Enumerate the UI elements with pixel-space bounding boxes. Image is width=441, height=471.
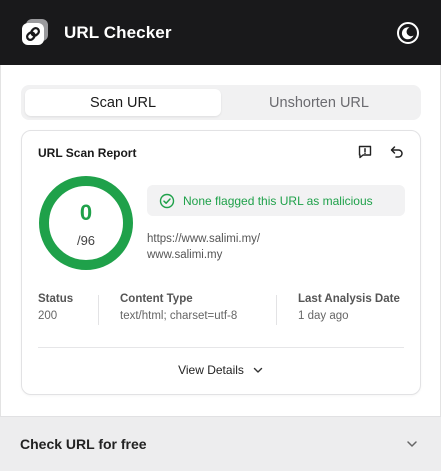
meta-value: 1 day ago (298, 310, 349, 322)
meta-content-type: Content Type text/html; charset=utf-8 (120, 293, 237, 327)
tab-scan-url[interactable]: Scan URL (25, 89, 221, 116)
url-full: https://www.salimi.my/ (147, 233, 261, 245)
link-icon (20, 17, 52, 49)
feedback-icon (358, 145, 372, 159)
moon-icon (397, 22, 419, 44)
view-details-button[interactable]: View Details (22, 363, 420, 377)
chevron-down-icon (253, 367, 263, 373)
meta-label: Status (38, 293, 74, 305)
undo-icon (390, 146, 403, 158)
app-title: URL Checker (64, 22, 172, 42)
report-actions (356, 143, 406, 161)
tab-bar: Scan URL Unshorten URL (21, 85, 421, 120)
tab-unshorten-url[interactable]: Unshorten URL (221, 89, 417, 116)
meta-last-analysis: Last Analysis Date 1 day ago (298, 293, 400, 327)
meta-status: Status 200 (38, 293, 73, 327)
undo-button[interactable] (388, 143, 406, 161)
flagged-count: 0 (79, 200, 93, 225)
detection-score-ring: 0 /96 (38, 175, 134, 271)
chevron-down-icon (407, 441, 417, 447)
theme-toggle-button[interactable] (395, 20, 421, 46)
app-header: URL Checker (0, 0, 441, 65)
divider (98, 295, 99, 325)
url-domain: www.salimi.my (147, 249, 223, 261)
meta-value: text/html; charset=utf-8 (120, 310, 238, 322)
check-circle-icon (159, 193, 175, 208)
meta-label: Last Analysis Date (298, 293, 400, 305)
divider (276, 295, 277, 325)
scan-report-card: URL Scan Report 0 /96 None flagged this … (21, 130, 421, 395)
meta-row: Status 200 Content Type text/html; chars… (38, 293, 406, 327)
meta-value: 200 (38, 310, 58, 322)
status-badge: None flagged this URL as malicious (147, 185, 405, 216)
report-title: URL Scan Report (38, 146, 137, 160)
total-engines: /96 (76, 233, 96, 248)
card-divider (38, 347, 404, 348)
view-details-label: View Details (178, 363, 244, 377)
feedback-button[interactable] (356, 143, 374, 161)
meta-label: Content Type (120, 293, 193, 305)
main-panel: Scan URL Unshorten URL URL Scan Report 0… (0, 65, 441, 416)
accordion-label: Check URL for free (20, 436, 147, 452)
check-url-accordion[interactable]: Check URL for free (0, 416, 441, 471)
status-message: None flagged this URL as malicious (183, 193, 373, 208)
scanned-url: https://www.salimi.my/ www.salimi.my (147, 231, 297, 263)
